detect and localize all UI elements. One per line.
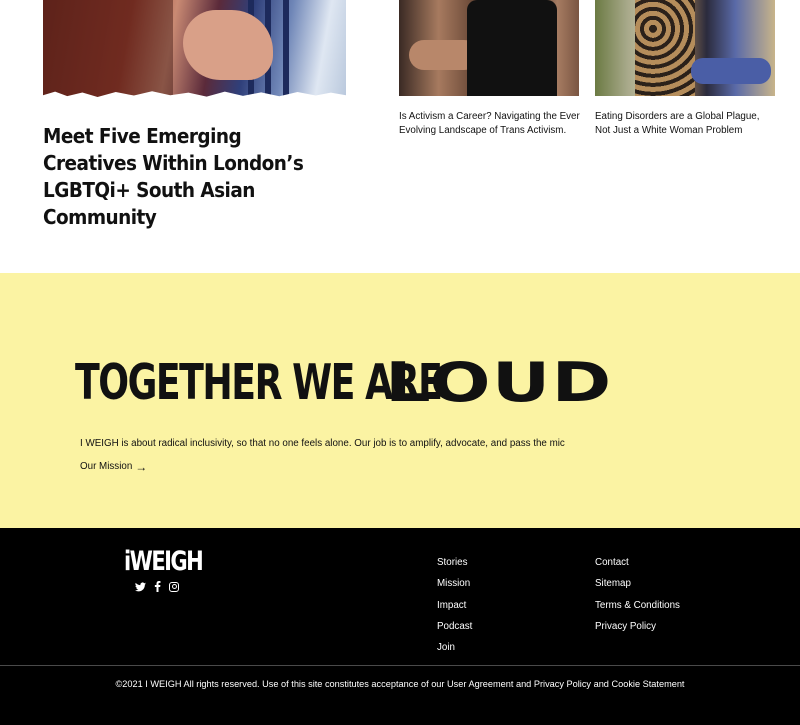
article-card-title-activism[interactable]: Is Activism a Career? Navigating the Eve… bbox=[399, 110, 581, 137]
article-card-title-eating-disorders[interactable]: Eating Disorders are a Global Plague, No… bbox=[595, 110, 777, 137]
slogan-heading: TOGETHER WE ARE LOUD bbox=[75, 353, 611, 413]
social-links bbox=[135, 581, 179, 592]
footer-link-mission[interactable]: Mission bbox=[437, 578, 470, 589]
iweigh-logo[interactable]: iWEIGH bbox=[124, 546, 204, 577]
footer-links-primary: Stories Mission Impact Podcast Join bbox=[437, 552, 472, 658]
copyright-notice: ©2021 I WEIGH All rights reserved. Use o… bbox=[115, 679, 685, 689]
mission-description: I WEIGH is about radical inclusivity, so… bbox=[80, 438, 565, 449]
mission-banner: TOGETHER WE ARE LOUD I WEIGH is about ra… bbox=[0, 273, 800, 528]
footer-link-join[interactable]: Join bbox=[437, 642, 455, 653]
footer-link-impact[interactable]: Impact bbox=[437, 600, 466, 611]
article-card-image-activism[interactable] bbox=[399, 0, 579, 96]
footer-link-sitemap[interactable]: Sitemap bbox=[595, 578, 631, 589]
footer-links-secondary: Contact Sitemap Terms & Conditions Priva… bbox=[595, 552, 680, 637]
our-mission-link[interactable]: Our Mission → bbox=[80, 459, 148, 474]
footer-link-podcast[interactable]: Podcast bbox=[437, 621, 472, 632]
slogan-emphasis: LOUD bbox=[385, 351, 613, 414]
feature-article-title[interactable]: Meet Five Emerging Creatives Within Lond… bbox=[43, 123, 313, 231]
footer-link-privacy[interactable]: Privacy Policy bbox=[595, 621, 656, 632]
footer-link-stories[interactable]: Stories bbox=[437, 557, 468, 568]
instagram-icon[interactable] bbox=[169, 581, 179, 592]
articles-section: Meet Five Emerging Creatives Within Lond… bbox=[0, 0, 800, 273]
footer-link-contact[interactable]: Contact bbox=[595, 557, 629, 568]
facebook-icon[interactable] bbox=[152, 581, 163, 592]
footer-link-terms[interactable]: Terms & Conditions bbox=[595, 600, 680, 611]
feature-article-image[interactable] bbox=[43, 0, 346, 104]
twitter-icon[interactable] bbox=[135, 581, 146, 592]
footer-divider bbox=[0, 665, 800, 666]
arrow-right-icon: → bbox=[135, 459, 148, 474]
our-mission-label: Our Mission bbox=[80, 461, 133, 472]
article-card-image-eating-disorders[interactable] bbox=[595, 0, 775, 96]
site-footer: iWEIGH Stories Mission Impact Podcast Jo… bbox=[0, 528, 800, 725]
